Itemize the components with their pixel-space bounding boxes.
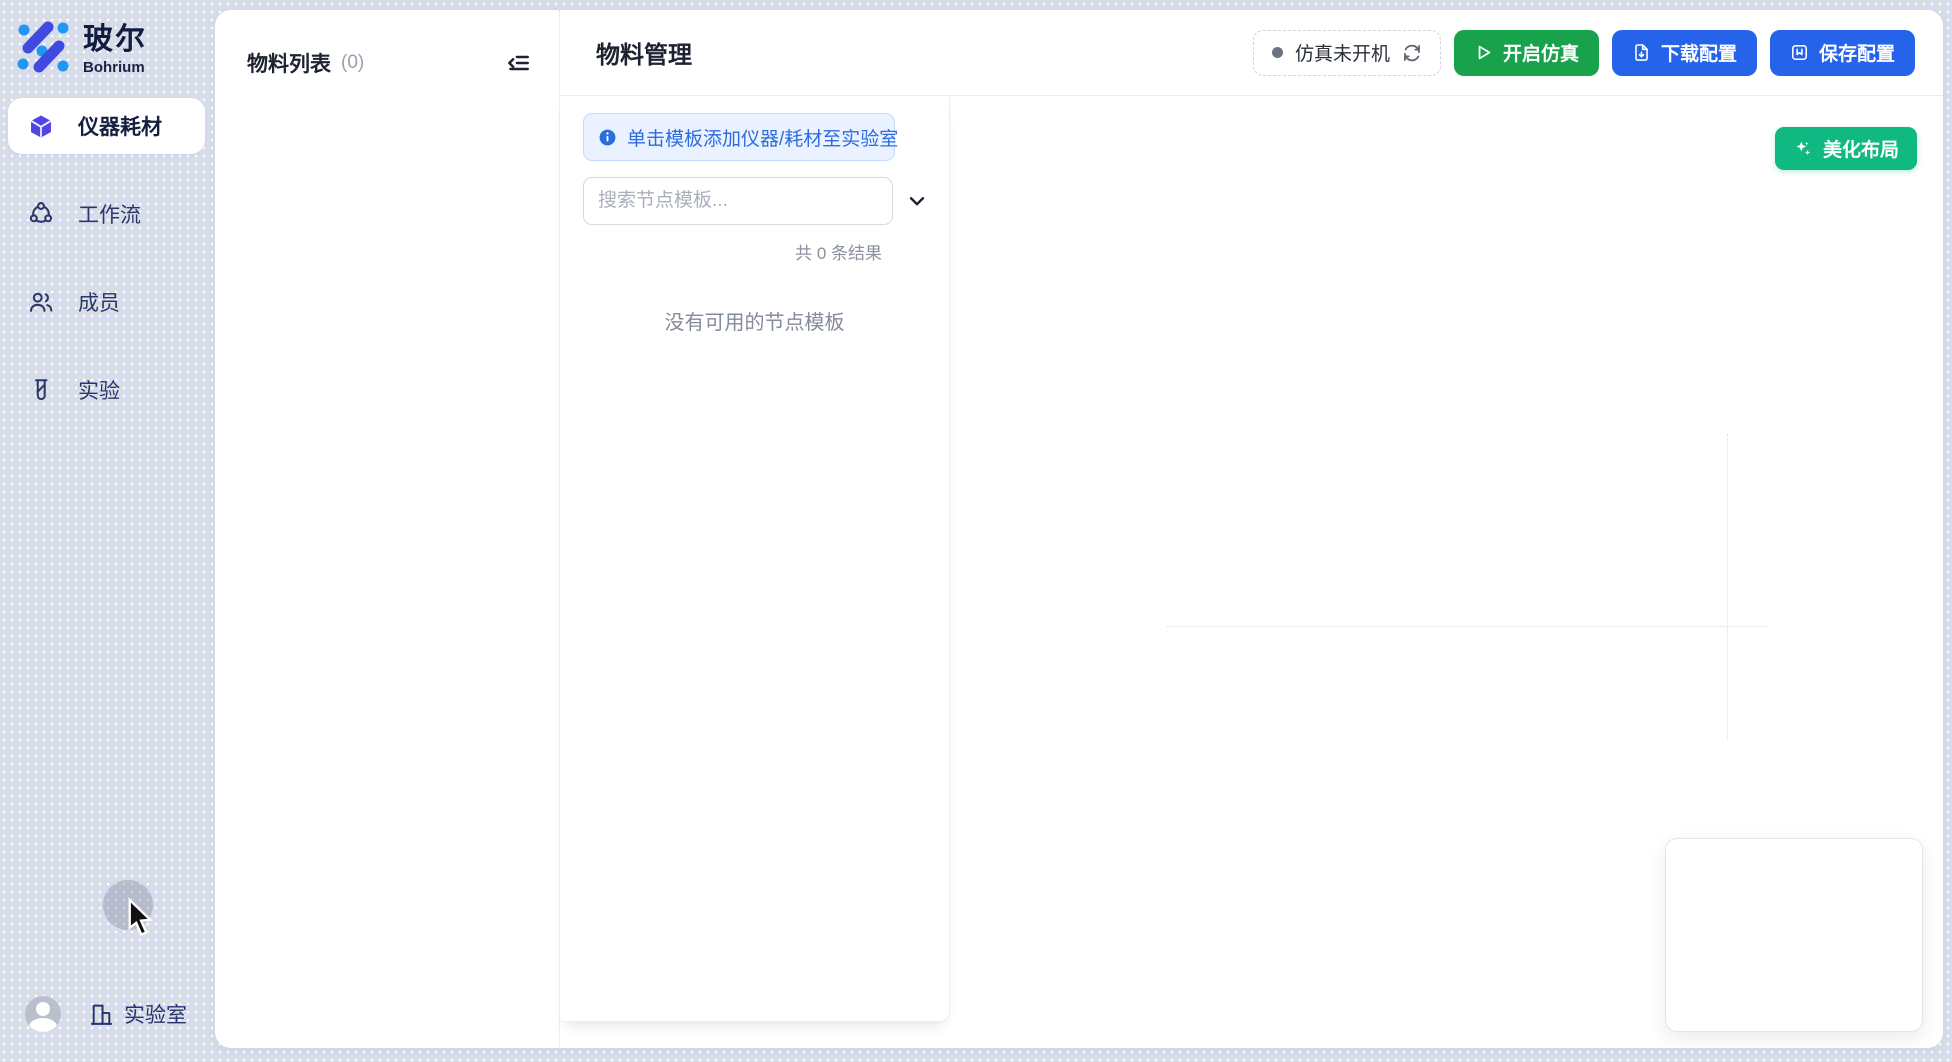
bohrium-logo-icon bbox=[15, 17, 71, 73]
chevron-down-icon[interactable] bbox=[906, 190, 928, 212]
sidebar-item-label: 成员 bbox=[78, 287, 120, 317]
users-icon bbox=[28, 289, 54, 315]
brand-name-zh: 玻尔 bbox=[83, 14, 147, 58]
main-window: 物料列表 (0) 物料管理 仿真未开机 bbox=[215, 10, 1943, 1048]
canvas-guide-horizontal bbox=[1167, 626, 1767, 627]
info-icon bbox=[598, 128, 617, 147]
canvas-guide-vertical bbox=[1727, 434, 1728, 740]
brand-text: 玻尔 Bohrium bbox=[83, 14, 147, 76]
sidebar: 玻尔 Bohrium 仪器耗材 bbox=[0, 0, 215, 1062]
brand: 玻尔 Bohrium bbox=[15, 14, 147, 76]
sidebar-bottom: 实验室 bbox=[0, 996, 215, 1032]
sidebar-item-members[interactable]: 成员 bbox=[0, 274, 215, 330]
sidebar-item-instruments[interactable]: 仪器耗材 bbox=[8, 98, 205, 154]
beautify-layout-label: 美化布局 bbox=[1823, 135, 1899, 162]
app-root: 玻尔 Bohrium 仪器耗材 bbox=[0, 0, 1952, 1062]
file-download-icon bbox=[1632, 43, 1651, 62]
materials-list-panel: 物料列表 (0) bbox=[215, 10, 560, 1048]
materials-list-count: (0) bbox=[341, 52, 364, 74]
simulation-status-label: 仿真未开机 bbox=[1295, 39, 1390, 66]
workflow-icon bbox=[28, 201, 54, 227]
collapse-panel-icon[interactable] bbox=[503, 48, 533, 78]
save-config-button[interactable]: 保存配置 bbox=[1770, 30, 1915, 76]
main-header: 物料管理 仿真未开机 bbox=[560, 10, 1943, 96]
refresh-icon[interactable] bbox=[1402, 43, 1422, 63]
brand-name-en: Bohrium bbox=[83, 59, 147, 76]
template-hint-banner: 单击模板添加仪器/耗材至实验室 bbox=[583, 113, 895, 161]
materials-list-title: 物料列表 bbox=[247, 48, 331, 78]
avatar[interactable] bbox=[25, 996, 61, 1032]
test-tube-icon bbox=[28, 377, 54, 403]
sidebar-item-experiment[interactable]: 实验 bbox=[0, 362, 215, 418]
simulation-status-pill[interactable]: 仿真未开机 bbox=[1253, 30, 1441, 76]
node-template-panel: 单击模板添加仪器/耗材至实验室 共 0 条结果 没有可用的节点模板 bbox=[560, 96, 950, 1022]
click-indicator bbox=[103, 880, 153, 930]
start-simulation-label: 开启仿真 bbox=[1503, 39, 1579, 66]
download-config-button[interactable]: 下载配置 bbox=[1612, 30, 1757, 76]
lab-entry-label: 实验室 bbox=[124, 999, 187, 1029]
play-icon bbox=[1474, 43, 1493, 62]
save-icon bbox=[1790, 43, 1809, 62]
canvas-minimap[interactable] bbox=[1665, 838, 1923, 1032]
header-actions: 仿真未开机 bbox=[1253, 30, 1915, 76]
sparkles-icon bbox=[1793, 139, 1813, 159]
template-empty-message: 没有可用的节点模板 bbox=[560, 306, 949, 335]
beautify-layout-button[interactable]: 美化布局 bbox=[1775, 127, 1917, 170]
sidebar-item-label: 仪器耗材 bbox=[78, 111, 162, 141]
status-dot-icon bbox=[1272, 47, 1283, 58]
download-config-label: 下载配置 bbox=[1661, 39, 1737, 66]
template-search-row bbox=[583, 177, 949, 225]
lab-entry[interactable]: 实验室 bbox=[89, 999, 187, 1029]
template-search-input[interactable] bbox=[583, 177, 893, 225]
start-simulation-button[interactable]: 开启仿真 bbox=[1454, 30, 1599, 76]
template-hint-text: 单击模板添加仪器/耗材至实验室 bbox=[627, 124, 898, 151]
building-icon bbox=[89, 1002, 114, 1027]
template-result-count: 共 0 条结果 bbox=[560, 239, 882, 264]
save-config-label: 保存配置 bbox=[1819, 39, 1895, 66]
materials-list-header: 物料列表 (0) bbox=[215, 10, 559, 78]
sidebar-item-workflow[interactable]: 工作流 bbox=[0, 186, 215, 242]
sidebar-nav: 仪器耗材 工作流 bbox=[0, 98, 215, 418]
sidebar-item-label: 工作流 bbox=[78, 199, 141, 229]
cube-icon bbox=[28, 113, 54, 139]
page-title: 物料管理 bbox=[596, 35, 692, 70]
sidebar-item-label: 实验 bbox=[78, 375, 120, 405]
